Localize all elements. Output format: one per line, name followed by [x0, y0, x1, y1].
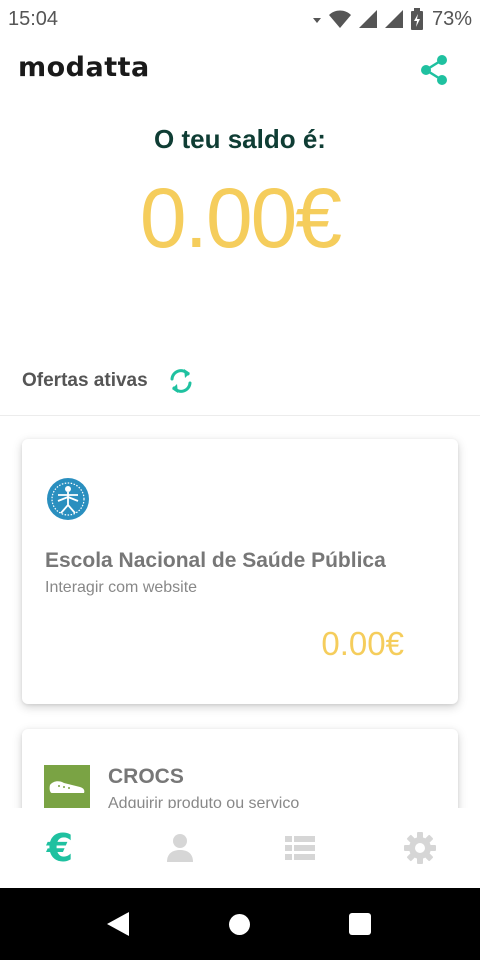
nav-tab-balance[interactable]: €: [0, 808, 120, 888]
status-time: 15:04: [8, 8, 59, 30]
offer-title: Escola Nacional de Saúde Pública: [45, 549, 386, 572]
status-bar: 15:04 73%: [0, 0, 480, 38]
crocs-logo: [44, 765, 90, 808]
back-icon[interactable]: [106, 911, 130, 937]
refresh-button[interactable]: [164, 364, 198, 398]
offers-header: Ofertas ativas: [0, 356, 480, 416]
nav-tab-settings[interactable]: [360, 808, 480, 888]
app-logo: modatta: [18, 52, 150, 83]
offers-list[interactable]: Escola Nacional de Saúde Pública Interag…: [0, 417, 480, 808]
battery-icon: [410, 8, 423, 30]
wifi-icon: [328, 10, 351, 28]
offer-subtitle: Interagir com website: [45, 579, 198, 596]
refresh-icon: [170, 369, 192, 393]
ensp-logo: [46, 477, 90, 521]
offers-title: Ofertas ativas: [22, 370, 148, 391]
offer-title: CROCS: [108, 765, 184, 788]
balance-value: 0.00€: [139, 171, 342, 265]
offer-amount: 0.00€: [321, 625, 404, 662]
profile-icon: [167, 834, 193, 862]
app-header: modatta: [0, 38, 480, 104]
nav-tab-list[interactable]: [240, 808, 360, 888]
offer-card[interactable]: Escola Nacional de Saúde Pública Interag…: [22, 439, 458, 704]
system-navigation-bar: [0, 888, 480, 960]
euro-icon: €: [46, 826, 74, 870]
battery-percentage: 73%: [431, 7, 472, 30]
home-icon[interactable]: [229, 914, 250, 935]
status-icons: 73%: [312, 6, 472, 32]
list-icon: [285, 836, 315, 860]
signal-icon-2: [384, 10, 403, 28]
balance-label: O teu saldo é:: [154, 124, 326, 154]
signal-icon: [358, 10, 377, 28]
offer-subtitle: Adquirir produto ou serviço: [108, 795, 300, 808]
nav-tab-profile[interactable]: [120, 808, 240, 888]
share-button[interactable]: [416, 52, 452, 88]
share-icon: [421, 55, 447, 85]
data-arrow-icon: [312, 18, 321, 23]
offer-card[interactable]: CROCS Adquirir produto ou serviço: [22, 729, 458, 808]
recents-icon[interactable]: [349, 913, 371, 935]
bottom-navigation: €: [0, 808, 480, 888]
settings-icon: [404, 832, 436, 864]
